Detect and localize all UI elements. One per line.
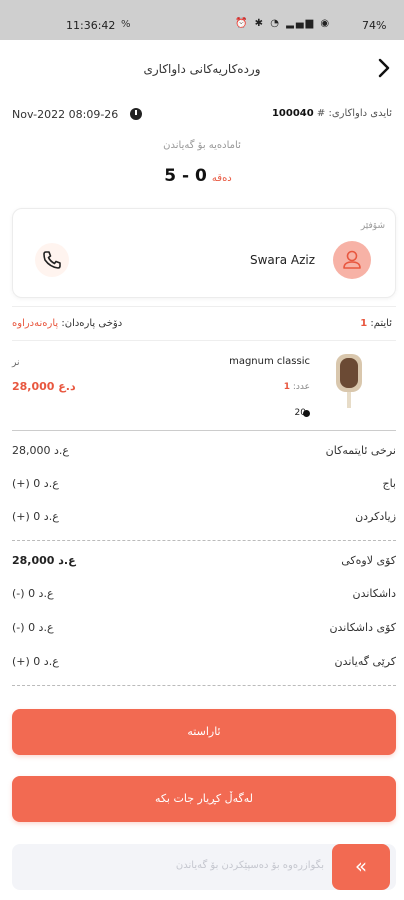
summary-label: زیادکردن: [355, 510, 396, 523]
status-icons: ⏰ ✱ ◔ ▂▄▆ ◉: [235, 18, 331, 29]
summary-value: 28,000 ع.د: [12, 554, 76, 567]
summary-row-total-discount: کۆی داشکاندن (-) ع.د 0: [12, 621, 396, 639]
size-dot: [303, 410, 310, 417]
summary-row-items-price: نرخی ئایتمەکان 28,000 ع.د: [12, 444, 396, 462]
product-name: magnum classic: [229, 356, 310, 367]
slide-handle[interactable]: «: [332, 844, 390, 890]
order-id: ئایدی داواکاری: # 100040: [272, 108, 392, 119]
items-count-value: 1: [360, 318, 368, 329]
status-time: 11:36:42: [66, 19, 116, 32]
wifi-icon: ◔: [270, 18, 281, 29]
wait-time: دەقە 0 - 5: [0, 166, 404, 186]
summary-label: نرخی ئایتمەکان: [325, 444, 396, 457]
summary-value: (+) ع.د 0: [12, 655, 59, 668]
product-price: 28,000 د.ع: [12, 380, 76, 393]
summary-label: کۆی لاوەکی: [341, 554, 396, 567]
status-battery: 74%: [362, 19, 387, 32]
wait-unit: دەقە: [211, 173, 232, 184]
payment-status: دۆخی پارەدان: پارەنەدراوە: [12, 318, 122, 329]
divider: [12, 306, 396, 307]
divider: [12, 430, 396, 431]
summary-label: کۆی داشکاندن: [329, 621, 396, 634]
driver-card: شۆفێر Swara Aziz: [12, 208, 396, 298]
payment-status-value: پارەنەدراوە: [12, 318, 59, 329]
summary-row-subtotal: کۆی لاوەکی 28,000 ع.د: [12, 554, 396, 572]
phone-icon: [43, 251, 61, 269]
chevron-right-icon[interactable]: [372, 56, 396, 80]
payment-status-label: دۆخی پارەدان:: [61, 318, 123, 329]
summary-row-addons: زیادکردن (+) ع.د 0: [12, 510, 396, 528]
bluetooth-icon: ✱: [254, 18, 266, 29]
product-image: [336, 354, 362, 408]
items-count: ئایتم: 1: [358, 318, 392, 329]
order-id-label: ئایدی داواکاری: #: [316, 108, 392, 119]
summary-row-discount: داشکاندن (-) ع.د 0: [12, 587, 396, 605]
product-qty-value: 1: [283, 382, 290, 392]
summary-value: (+) ع.د 0: [12, 510, 59, 523]
product-unit-label: نر: [12, 358, 20, 368]
avatar: [333, 241, 371, 279]
wait-label: ئامادەیە بۆ گەیاندن: [163, 140, 241, 151]
ready-button[interactable]: ئاراستە: [12, 709, 396, 755]
chat-with-customer-button[interactable]: لەگەڵ کڕیار جات بکە: [12, 776, 396, 822]
call-button[interactable]: [35, 243, 69, 277]
dashed-divider: [12, 685, 396, 686]
page-title: وردەکاریەکانی داواکاری: [143, 62, 261, 76]
product-qty-label: عدد:: [292, 382, 310, 392]
summary-value: (-) ع.د 0: [12, 587, 54, 600]
slide-to-start-track[interactable]: بگوازرەوە بۆ دەسپێکردن بۆ گەیاندن «: [12, 844, 396, 890]
summary-label: کرێی گەیاندن: [334, 655, 397, 668]
summary-label: باج: [382, 477, 396, 490]
signal-icon: ▂▄▆: [286, 18, 316, 29]
driver-name: Swara Aziz: [249, 253, 315, 267]
user-icon: [343, 250, 361, 269]
battery-icon: ◉: [320, 18, 332, 29]
status-percent-symbol: %: [121, 19, 131, 30]
clock-icon: [130, 108, 142, 120]
dashed-divider: [12, 540, 396, 541]
divider: [12, 340, 396, 341]
driver-label: شۆفێر: [360, 221, 385, 231]
order-id-value: 100040: [271, 108, 314, 119]
summary-value: (-) ع.د 0: [12, 621, 54, 634]
summary-label: داشکاندن: [352, 587, 396, 600]
alarm-icon: ⏰: [235, 18, 250, 29]
status-bar: 11:36:42 % ⏰ ✱ ◔ ▂▄▆ ◉ 74%: [0, 0, 404, 40]
slide-text: بگوازرەوە بۆ دەسپێکردن بۆ گەیاندن: [175, 860, 324, 871]
wait-value: 0 - 5: [164, 166, 207, 186]
summary-value: 28,000 ع.د: [12, 444, 69, 457]
summary-value: (+) ع.د 0: [12, 477, 59, 490]
double-chevron-left-icon: «: [354, 854, 368, 878]
summary-row-tax: باج (+) ع.د 0: [12, 477, 396, 495]
items-count-label: ئایتم:: [370, 318, 392, 329]
summary-row-delivery-fee: کرێی گەیاندن (+) ع.د 0: [12, 655, 396, 673]
product-qty: عدد: 1: [284, 382, 310, 392]
order-date: Nov-2022 08:09-26: [12, 108, 119, 121]
